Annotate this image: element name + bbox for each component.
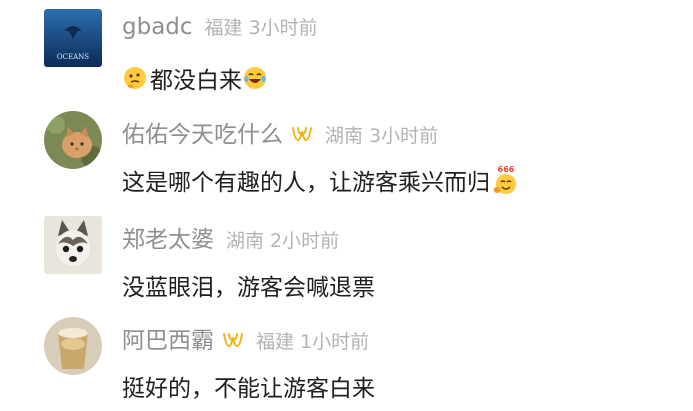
comment-text: 这是哪个有趣的人，让游客乘兴而归 666 bbox=[122, 163, 521, 197]
comment-text: 没蓝眼泪，游客会喊退票 bbox=[122, 268, 375, 302]
avatar[interactable] bbox=[44, 111, 102, 169]
avatar[interactable]: OCEANS bbox=[44, 9, 102, 67]
timestamp: 3小时前 bbox=[369, 125, 439, 147]
username[interactable]: 郑老太婆 bbox=[122, 220, 214, 254]
avatar-caption: OCEANS bbox=[57, 53, 89, 61]
location: 福建 bbox=[204, 17, 243, 39]
vip-badge-icon bbox=[291, 124, 313, 144]
laughing-tears-icon bbox=[242, 65, 268, 91]
comment-text: 挺好的，不能让游客白来 bbox=[122, 369, 375, 403]
comment-meta: 阿巴西霸 福建 1小时前 bbox=[122, 321, 369, 355]
comment-text-content: 挺好的，不能让游客白来 bbox=[122, 376, 375, 402]
comment-meta: gbadc 福建 3小时前 bbox=[122, 13, 318, 40]
comment-meta: 郑老太婆 湖南 2小时前 bbox=[122, 220, 339, 254]
avatar[interactable] bbox=[44, 317, 102, 375]
location: 湖南 bbox=[226, 230, 265, 252]
username[interactable]: 佑佑今天吃什么 bbox=[122, 115, 283, 149]
vip-badge-icon bbox=[222, 330, 244, 350]
avatar[interactable] bbox=[44, 216, 102, 274]
comment-text-content: 都没白来 bbox=[150, 68, 242, 94]
comment-text-content: 这是哪个有趣的人，让游客乘兴而归 bbox=[122, 170, 490, 196]
location: 湖南 bbox=[325, 125, 364, 147]
comment-meta: 佑佑今天吃什么 湖南 3小时前 bbox=[122, 115, 438, 149]
avatar-image bbox=[44, 111, 102, 169]
666-emoji-icon: 666 bbox=[491, 164, 521, 196]
timestamp: 1小时前 bbox=[300, 331, 370, 353]
location: 福建 bbox=[256, 331, 295, 353]
username[interactable]: 阿巴西霸 bbox=[122, 321, 214, 355]
timestamp: 2小时前 bbox=[270, 230, 340, 252]
avatar-image bbox=[44, 317, 102, 375]
avatar-image bbox=[44, 216, 102, 274]
avatar-image: OCEANS bbox=[44, 9, 102, 67]
thinking-face-icon bbox=[122, 65, 148, 91]
username[interactable]: gbadc bbox=[122, 14, 193, 40]
emoji-caption: 666 bbox=[498, 165, 515, 174]
comment-text-content: 没蓝眼泪，游客会喊退票 bbox=[122, 275, 375, 301]
comment-text: 都没白来 bbox=[122, 61, 268, 95]
timestamp: 3小时前 bbox=[248, 17, 318, 39]
